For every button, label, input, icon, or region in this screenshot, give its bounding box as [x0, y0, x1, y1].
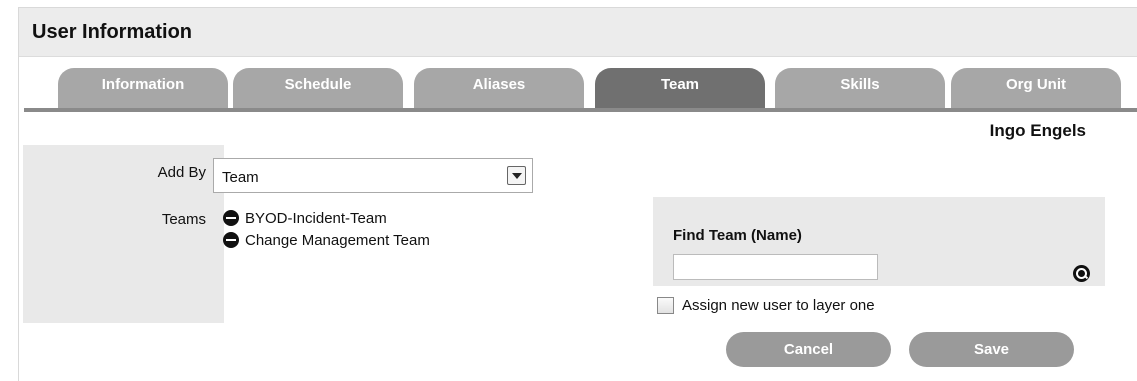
team-name: Change Management Team — [245, 231, 430, 249]
find-team-panel: Find Team (Name) — [653, 197, 1105, 286]
cancel-button[interactable]: Cancel — [726, 332, 891, 367]
add-by-label: Add By — [157, 164, 206, 181]
assign-layer-checkbox[interactable] — [657, 297, 674, 314]
tab-aliases[interactable]: Aliases — [414, 68, 584, 108]
team-name: BYOD-Incident-Team — [245, 209, 387, 227]
minus-circle-icon[interactable] — [223, 232, 239, 248]
page-title: User Information — [32, 21, 193, 43]
tab-underline — [24, 108, 1137, 112]
find-team-label: Find Team (Name) — [673, 227, 802, 244]
user-name: Ingo Engels — [989, 121, 1086, 140]
find-team-input[interactable] — [673, 254, 878, 280]
add-by-select[interactable]: Team — [213, 158, 533, 193]
assign-layer-label: Assign new user to layer one — [682, 297, 875, 314]
chevron-down-icon[interactable] — [507, 166, 526, 185]
list-item: Change Management Team — [223, 229, 430, 251]
list-item: BYOD-Incident-Team — [223, 207, 430, 229]
tab-skills[interactable]: Skills — [775, 68, 945, 108]
tab-schedule[interactable]: Schedule — [233, 68, 403, 108]
teams-label: Teams — [161, 211, 206, 228]
minus-circle-icon[interactable] — [223, 210, 239, 226]
search-icon[interactable] — [1073, 265, 1090, 282]
panel-header: User Information — [19, 8, 1137, 57]
tab-information[interactable]: Information — [58, 68, 228, 108]
save-button[interactable]: Save — [909, 332, 1074, 367]
assign-layer-row: Assign new user to layer one — [657, 297, 875, 314]
tab-team[interactable]: Team — [595, 68, 765, 108]
add-by-selected-value: Team — [222, 169, 259, 186]
tab-bar: Information Schedule Aliases Team Skills… — [19, 68, 1137, 112]
team-list: BYOD-Incident-Team Change Management Tea… — [223, 207, 430, 251]
tab-org-unit[interactable]: Org Unit — [951, 68, 1121, 108]
